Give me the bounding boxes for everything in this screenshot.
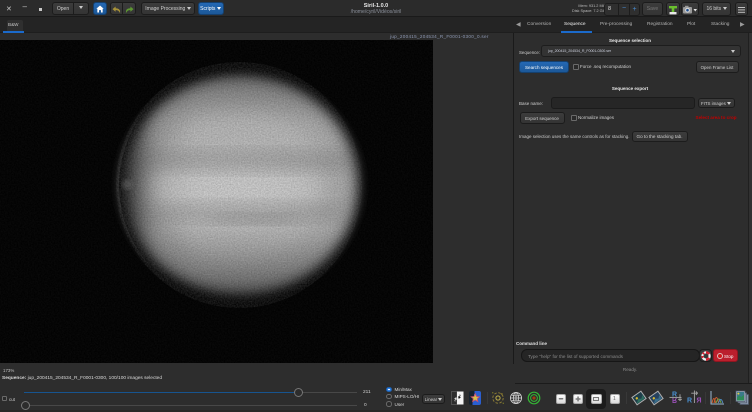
svg-text:R: R [696,398,701,405]
svg-text:R: R [672,396,677,403]
svg-text:R: R [687,398,692,405]
